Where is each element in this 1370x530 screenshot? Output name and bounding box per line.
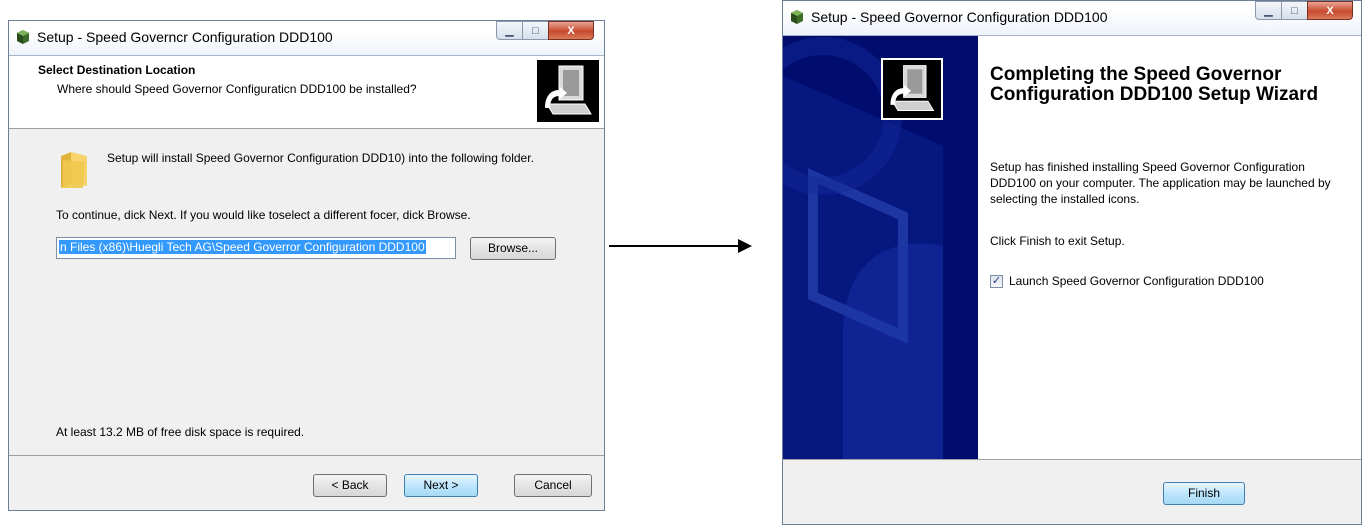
launch-checkbox-row[interactable]: ✓ Launch Speed Governor Configuration DD… bbox=[990, 274, 1264, 288]
disk-space-text: At least 13.2 MB of free disk space is r… bbox=[56, 425, 305, 439]
finish-button[interactable]: Finish bbox=[1163, 482, 1245, 505]
footer-divider bbox=[9, 455, 604, 456]
wizard-body: Completing the Speed Governor Configurat… bbox=[783, 35, 1361, 524]
minimize-button[interactable]: ▁ bbox=[1255, 1, 1282, 20]
setup-app-icon bbox=[17, 30, 29, 44]
installer-logo-icon bbox=[537, 60, 599, 122]
page-title: Completing the Speed Governor Configurat… bbox=[990, 64, 1319, 105]
wizard-side-banner bbox=[783, 36, 978, 459]
browse-button[interactable]: Browse... bbox=[470, 237, 556, 260]
setup-app-icon bbox=[791, 10, 803, 24]
exit-instructions: Click Finish to exit Setup. bbox=[990, 234, 1125, 248]
close-button[interactable]: X bbox=[548, 21, 594, 40]
title-bar[interactable]: Setup - Speed Governor Configuration DDD… bbox=[783, 1, 1361, 35]
maximize-button[interactable]: □ bbox=[522, 21, 549, 40]
setup-window-finish: Setup - Speed Governor Configuration DDD… bbox=[782, 0, 1362, 525]
footer-divider bbox=[783, 459, 1361, 460]
folder-icon bbox=[61, 152, 87, 188]
page-subtitle: Where should Speed Governor Configuratic… bbox=[57, 82, 417, 96]
setup-window-destination: Setup - Speed Governcr Configuration DDD… bbox=[8, 20, 605, 511]
finish-content: Completing the Speed Governor Configurat… bbox=[978, 36, 1361, 459]
window-title: Setup - Speed Governcr Configuration DDD… bbox=[37, 29, 333, 45]
wizard-body: Select Destination Location Where should… bbox=[9, 55, 604, 510]
launch-checkbox[interactable]: ✓ bbox=[990, 274, 1003, 288]
destination-path-value: n Files (x86)\Huegli Tech AG\Speed Gover… bbox=[59, 240, 426, 254]
destination-path-input[interactable]: n Files (x86)\Huegli Tech AG\Speed Gover… bbox=[56, 237, 456, 259]
minimize-button[interactable]: ▁ bbox=[496, 21, 523, 40]
back-button[interactable]: < Back bbox=[313, 474, 387, 497]
arrow-right-icon bbox=[738, 239, 752, 253]
install-intro-text: Setup will install Speed Governor Config… bbox=[107, 151, 534, 165]
caption-buttons: ▁ □ X bbox=[496, 21, 594, 41]
window-title: Setup - Speed Governor Configuration DDD… bbox=[811, 9, 1108, 25]
launch-checkbox-label[interactable]: Launch Speed Governor Configuration DDD1… bbox=[1009, 274, 1264, 288]
wizard-header: Select Destination Location Where should… bbox=[9, 56, 604, 129]
title-bar[interactable]: Setup - Speed Governcr Configuration DDD… bbox=[9, 21, 604, 55]
continue-instructions: To continue, dick Next. If you would lik… bbox=[56, 208, 471, 222]
installer-logo-icon bbox=[881, 58, 943, 120]
page-title: Select Destination Location bbox=[38, 63, 196, 77]
cancel-button[interactable]: Cancel bbox=[514, 474, 592, 497]
transition-arrow-line bbox=[609, 245, 741, 247]
maximize-button[interactable]: □ bbox=[1281, 1, 1308, 20]
caption-buttons: ▁ □ X bbox=[1255, 1, 1353, 21]
next-button[interactable]: Next > bbox=[404, 474, 478, 497]
close-button[interactable]: X bbox=[1307, 1, 1353, 20]
finish-description: Setup has finished installing Speed Gove… bbox=[990, 160, 1331, 206]
